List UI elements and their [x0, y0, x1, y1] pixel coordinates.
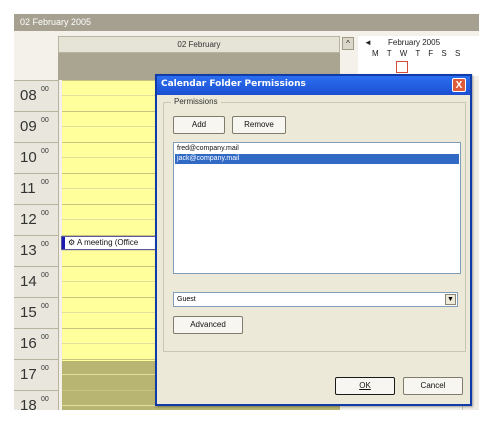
role-select[interactable]: Guest ▼: [173, 292, 458, 307]
hour-number: 08: [20, 87, 37, 104]
hour-label: 09 00: [14, 111, 58, 142]
hour-label: 13 00: [14, 235, 58, 266]
hour-label: 12 00: [14, 204, 58, 235]
add-button[interactable]: Add: [173, 116, 225, 134]
hour-minutes: 00: [41, 148, 49, 155]
close-button[interactable]: X: [452, 78, 466, 92]
hour-label: 08 00: [14, 80, 58, 111]
busy-status-stripe: [62, 237, 65, 249]
hour-number: 15: [20, 304, 37, 321]
cancel-button[interactable]: Cancel: [403, 377, 463, 395]
hour-label: 14 00: [14, 266, 58, 297]
appointment-label: A meeting (Office: [76, 238, 139, 247]
hour-minutes: 00: [41, 334, 49, 341]
meeting-icon: ⚙: [68, 238, 77, 247]
day-column-header[interactable]: 02 February: [58, 36, 340, 53]
hour-number: 17: [20, 366, 37, 383]
hour-minutes: 00: [41, 117, 49, 124]
hour-number: 16: [20, 335, 37, 352]
mini-calendar-selected-day[interactable]: [396, 61, 408, 73]
ok-button[interactable]: OK: [335, 377, 395, 395]
hour-label: 10 00: [14, 142, 58, 173]
hour-minutes: 00: [41, 241, 49, 248]
users-listbox[interactable]: fred@company.mail jack@company.mail: [173, 142, 461, 274]
scroll-up-button[interactable]: ^: [342, 37, 354, 50]
advanced-button[interactable]: Advanced: [173, 316, 243, 334]
hour-minutes: 00: [41, 272, 49, 279]
dialog-title-bar[interactable]: Calendar Folder Permissions X: [157, 76, 470, 95]
hour-number: 14: [20, 273, 37, 290]
hour-minutes: 00: [41, 303, 49, 310]
hour-label: 11 00: [14, 173, 58, 204]
mini-calendar-weekdays: M T W T F S S: [372, 49, 464, 58]
permissions-dialog: Calendar Folder Permissions X Permission…: [155, 74, 472, 406]
role-select-value: Guest: [177, 296, 196, 303]
hour-label: 17 00: [14, 359, 58, 390]
hour-minutes: 00: [41, 179, 49, 186]
list-item[interactable]: fred@company.mail: [175, 144, 459, 154]
hour-number: 10: [20, 149, 37, 166]
hour-minutes: 00: [41, 396, 49, 403]
dropdown-arrow-icon[interactable]: ▼: [445, 294, 456, 305]
calendar-date-title: 02 February 2005: [14, 14, 479, 31]
prev-month-icon[interactable]: ◄: [364, 38, 372, 47]
mini-calendar-month: February 2005: [388, 38, 441, 47]
hour-minutes: 00: [41, 210, 49, 217]
hour-number: 13: [20, 242, 37, 259]
hour-number: 11: [20, 180, 36, 197]
hour-minutes: 00: [41, 86, 49, 93]
hour-label: 15 00: [14, 297, 58, 328]
mini-calendar: ◄ February 2005 M T W T F S S: [358, 36, 479, 76]
hour-number: 09: [20, 118, 37, 135]
remove-button[interactable]: Remove: [232, 116, 286, 134]
permissions-group-label: Permissions: [171, 97, 221, 106]
dialog-title: Calendar Folder Permissions: [161, 79, 306, 89]
hour-minutes: 00: [41, 365, 49, 372]
time-column: 08 00 09 00 10 00 11 00 12 00 13 00 14 00 15 00 16 00 17 00…: [14, 80, 59, 414]
ok-label: OK: [359, 381, 371, 390]
hour-label: 18 00: [14, 390, 58, 421]
hour-number: 12: [20, 211, 37, 228]
hour-label: 16 00: [14, 328, 58, 359]
list-item-selected[interactable]: jack@company.mail: [175, 154, 459, 164]
hour-number: 18: [20, 397, 37, 414]
appointment-item[interactable]: ⚙ A meeting (Office: [61, 236, 161, 250]
